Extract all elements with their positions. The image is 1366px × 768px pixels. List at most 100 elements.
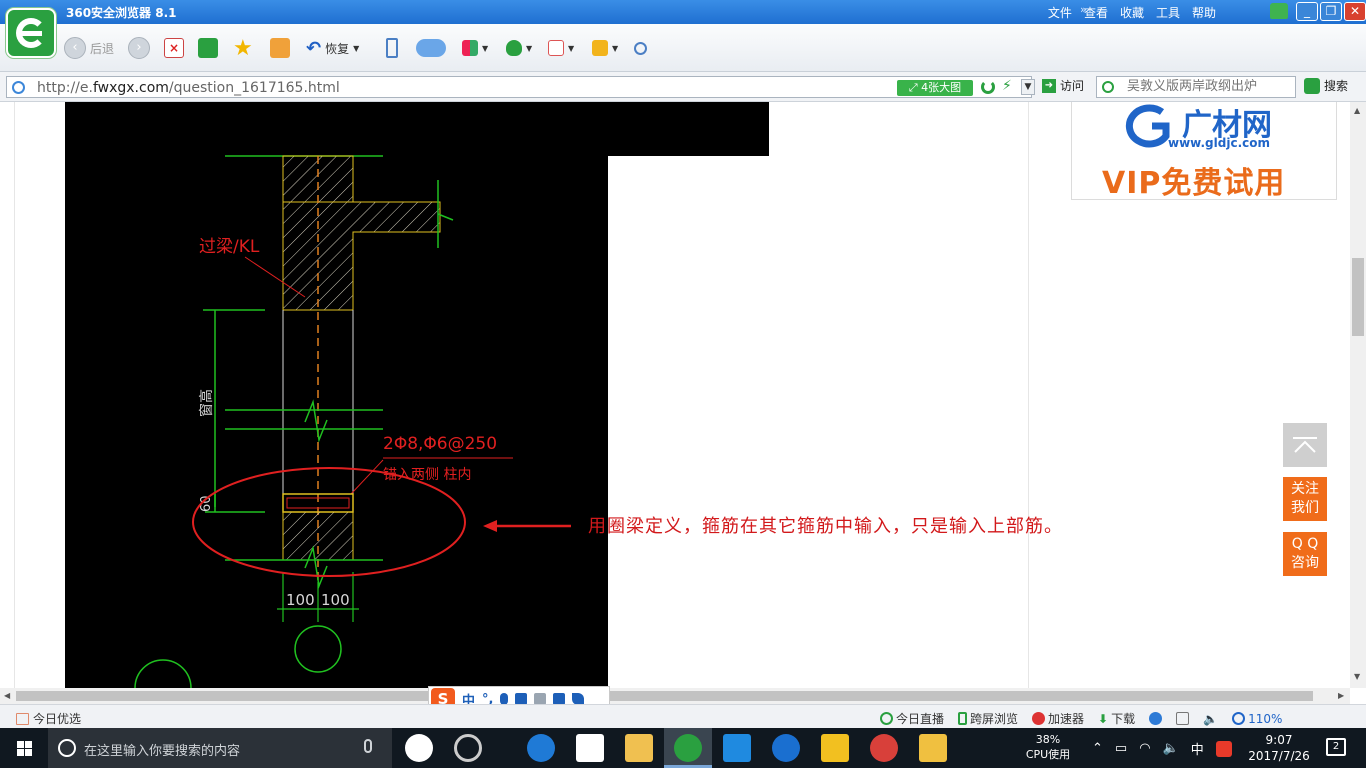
restore-label: 恢复 — [325, 41, 350, 56]
url-field[interactable]: http://e.fwxgx.com/question_1617165.html… — [6, 76, 1035, 98]
ad-slogan: VIP免费试用 — [1102, 166, 1286, 201]
download-button[interactable]: ⬇ 下载 — [1098, 710, 1135, 727]
scroll-up-icon[interactable]: ▲ — [1354, 106, 1360, 115]
url-text[interactable]: http://e.fwxgx.com/question_1617165.html — [37, 80, 340, 96]
menu-tools[interactable]: 工具 — [1156, 4, 1180, 21]
gift-icon — [16, 712, 29, 725]
cloud-button[interactable] — [416, 36, 446, 60]
forward-button[interactable]: › — [128, 36, 150, 60]
speaker-icon[interactable]: 🔈 — [1163, 741, 1179, 756]
cpu-meter[interactable]: 38% CPU使用 — [1022, 732, 1074, 762]
search-box[interactable] — [1096, 76, 1296, 98]
zoom-control[interactable]: 110% — [1232, 712, 1282, 726]
qq-consult-button[interactable]: Q Q 咨询 — [1283, 532, 1327, 576]
maximize-button[interactable]: ❐ — [1320, 2, 1342, 21]
url-dropdown-icon[interactable]: ▼ — [1021, 79, 1035, 95]
accelerator-label: 加速器 — [1048, 712, 1085, 726]
cross-screen-button[interactable]: 跨屏浏览 — [958, 710, 1018, 727]
minimize-button[interactable]: _ — [1296, 2, 1318, 21]
microphone-icon[interactable] — [364, 739, 372, 753]
window-height-label: 窗高 — [198, 389, 215, 417]
ad-banner[interactable]: 广材网 www.gldjc.com VIP免费试用 — [1071, 102, 1337, 201]
scroll-left-icon[interactable]: ◀ — [4, 691, 10, 700]
ime-indicator[interactable]: 中 — [1191, 739, 1204, 758]
security-button[interactable]: ▼ — [506, 36, 532, 60]
window-title: 360安全浏览器 8.1 — [66, 6, 177, 20]
play-icon — [880, 712, 893, 725]
drawing-app-icon[interactable] — [919, 734, 947, 762]
clock[interactable]: 9:07 2017/7/26 — [1246, 732, 1312, 764]
tray-chevron-icon[interactable]: ⌃ — [1092, 741, 1103, 756]
back-button[interactable]: ‹ 后退 — [64, 36, 114, 60]
refresh-button[interactable] — [198, 36, 218, 60]
glodon-g-icon[interactable] — [772, 734, 800, 762]
speed-bolt-icon[interactable]: ⚡ — [1002, 78, 1012, 94]
wifi-icon[interactable]: ◠ — [1139, 741, 1150, 756]
menu-file[interactable]: 文件 — [1048, 4, 1072, 21]
search-input[interactable] — [1127, 79, 1292, 94]
follow-us-button[interactable]: 关注 我们 — [1283, 477, 1327, 521]
taskbar-search-placeholder: 在这里输入你要搜索的内容 — [84, 744, 241, 759]
zoom-magnifier-icon — [1232, 712, 1246, 725]
restore-button[interactable]: ↶ 恢复 ▼ — [306, 36, 359, 60]
ie-icon[interactable] — [1149, 712, 1163, 725]
stop-button[interactable]: × — [164, 36, 184, 60]
window-icon[interactable] — [1176, 712, 1190, 725]
battery-icon[interactable]: ▭ — [1115, 741, 1127, 756]
vertical-scrollbar[interactable]: ▲ ▼ — [1350, 102, 1366, 688]
today-picks[interactable]: 今日优选 — [16, 710, 81, 727]
address-bar: http://e.fwxgx.com/question_1617165.html… — [0, 72, 1366, 102]
sogou-tray-icon[interactable] — [1215, 740, 1232, 757]
file-explorer-icon[interactable] — [625, 734, 653, 762]
start-button[interactable] — [0, 728, 48, 768]
notification-center-icon[interactable]: 2 — [1326, 738, 1346, 756]
360-browser-task-icon[interactable] — [674, 734, 702, 762]
menu-view[interactable]: 查看 — [1084, 4, 1108, 21]
screenshot-button[interactable]: ▼ — [592, 36, 618, 60]
back-to-top-button[interactable] — [1283, 423, 1327, 467]
windows-logo-icon — [17, 741, 24, 748]
store-icon[interactable] — [576, 734, 604, 762]
lower-wall — [282, 511, 354, 561]
dim-left-label: 100 — [286, 591, 315, 609]
mobile-button[interactable] — [386, 36, 398, 60]
live-today-button[interactable]: 今日直播 — [880, 710, 944, 727]
glodon-red-icon[interactable] — [870, 734, 898, 762]
vertical-scroll-thumb[interactable] — [1352, 258, 1364, 336]
apps-button[interactable]: ▼ — [462, 36, 488, 60]
horizontal-scroll-thumb[interactable] — [16, 691, 1313, 701]
big-picture-label: 4张大图 — [921, 81, 962, 94]
taskbar-search-box[interactable]: 在这里输入你要搜索的内容 — [48, 728, 392, 768]
translate-button[interactable]: ▼ — [548, 36, 574, 60]
visit-button[interactable]: ➜ 访问 — [1042, 77, 1084, 94]
zoom-button[interactable] — [634, 36, 647, 60]
page-refresh-icon[interactable] — [981, 80, 995, 94]
cad-drawing-image: 过梁/KL 窗高 2Φ8,Φ6@250 锚入两侧 柱内 60 100 100 — [65, 102, 769, 688]
edge-browser-icon[interactable] — [527, 734, 555, 762]
drawing-top-band — [65, 102, 769, 156]
notes-icon[interactable] — [821, 734, 849, 762]
cross-screen-label: 跨屏浏览 — [970, 712, 1019, 726]
accelerator-button[interactable]: 加速器 — [1032, 710, 1084, 727]
360-browser-logo-icon[interactable] — [6, 8, 56, 58]
skin-shirt-icon[interactable] — [1270, 3, 1288, 19]
shield-icon — [506, 40, 522, 56]
task-view-icon[interactable] — [405, 734, 433, 762]
close-button[interactable]: ✕ — [1344, 2, 1366, 21]
search-button[interactable]: 搜索 — [1304, 77, 1348, 94]
big-picture-button[interactable]: ⤢ 4张大图 — [897, 80, 973, 96]
remote-desktop-icon[interactable] — [723, 734, 751, 762]
horizontal-scrollbar[interactable]: ◀ ▶ — [0, 688, 1350, 704]
cloud-icon — [416, 39, 446, 57]
menu-favorites[interactable]: 收藏 — [1120, 4, 1144, 21]
volume-icon[interactable]: 🔈 — [1203, 712, 1218, 726]
cpu-percent: 38% — [1035, 733, 1061, 746]
scroll-right-icon[interactable]: ▶ — [1338, 691, 1344, 700]
favorite-star-button[interactable]: ★ — [233, 36, 253, 61]
scroll-down-icon[interactable]: ▼ — [1354, 672, 1360, 681]
app-swirl-icon[interactable] — [454, 734, 482, 762]
search-engine-icon[interactable] — [1102, 81, 1114, 93]
menu-help[interactable]: 帮助 — [1192, 4, 1216, 21]
home-button[interactable] — [270, 36, 290, 60]
url-prefix: http://e. — [37, 80, 93, 96]
